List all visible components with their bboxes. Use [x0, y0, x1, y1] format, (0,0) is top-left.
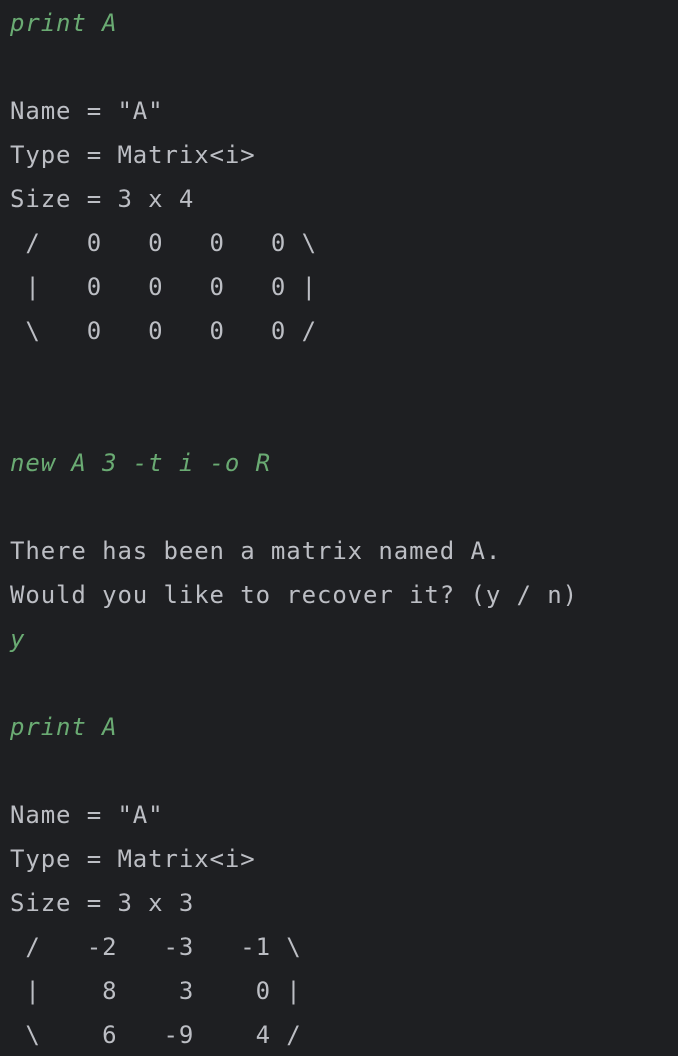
output-line-size-2: Size = 3 x 3 [10, 889, 195, 917]
input-line-print-a-2: print A [10, 713, 118, 741]
input-line-answer-y: y [10, 625, 26, 653]
console-output: print A Name = "A" Type = Matrix<i> Size… [0, 0, 678, 1056]
input-line-new-a: new A 3 -t i -o R [10, 449, 271, 477]
matrix-row-3-2: \ 6 -9 4 / [10, 1021, 302, 1049]
input-line-print-a: print A [10, 9, 118, 37]
matrix-row-2: | 0 0 0 0 | [10, 273, 317, 301]
output-line-size: Size = 3 x 4 [10, 185, 195, 213]
matrix-row-3: \ 0 0 0 0 / [10, 317, 317, 345]
matrix-row-1: / 0 0 0 0 \ [10, 229, 317, 257]
matrix-row-2-2: | 8 3 0 | [10, 977, 302, 1005]
output-line-type: Type = Matrix<i> [10, 141, 256, 169]
output-line-name: Name = "A" [10, 97, 164, 125]
output-line-name-2: Name = "A" [10, 801, 164, 829]
output-line-existing-matrix: There has been a matrix named A. [10, 537, 502, 565]
matrix-row-1-2: / -2 -3 -1 \ [10, 933, 302, 961]
output-line-recover-prompt: Would you like to recover it? (y / n) [10, 581, 578, 609]
output-line-type-2: Type = Matrix<i> [10, 845, 256, 873]
